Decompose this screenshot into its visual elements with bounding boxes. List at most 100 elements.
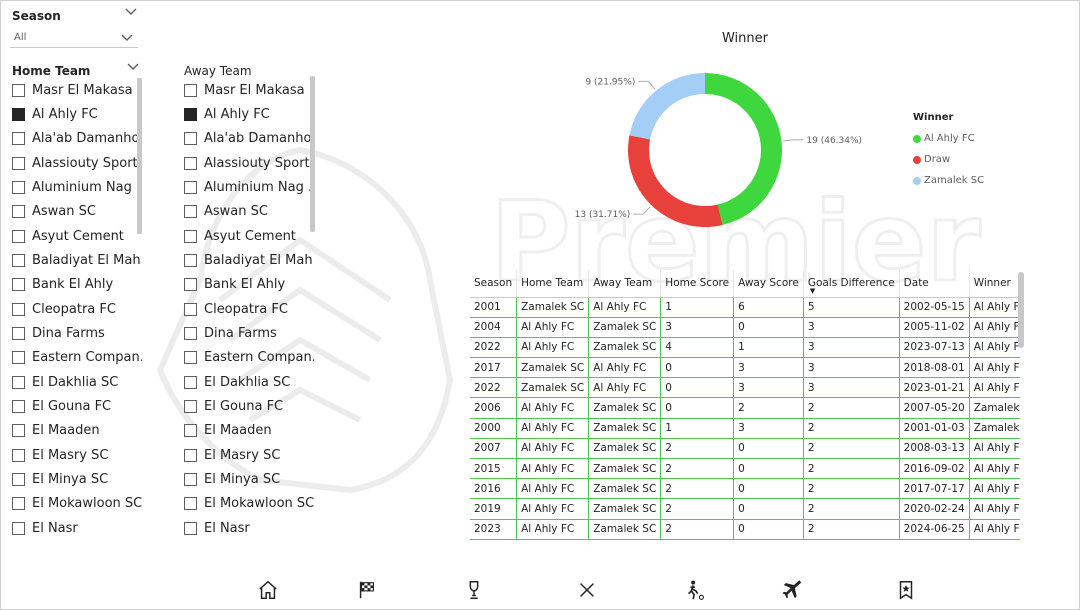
away-team-item[interactable]: Al Ahly FC [184,104,314,124]
nav-close-button[interactable] [574,577,600,603]
checkbox[interactable] [184,302,197,316]
home-team-item[interactable]: Asyut Cement [12,226,142,246]
home-team-item[interactable]: Al Ahly FC [12,104,142,124]
column-header[interactable]: Season [470,270,518,297]
checkbox[interactable] [184,473,197,487]
home-team-item[interactable]: Ala'ab Damanhour [12,129,142,149]
checkbox[interactable] [184,156,197,170]
away-team-item[interactable]: Bank El Ahly [184,275,314,295]
checkbox[interactable] [12,278,25,292]
column-header[interactable]: Away Score [733,270,804,297]
chevron-down-icon[interactable] [126,62,140,72]
season-dropdown[interactable]: All [10,28,138,48]
nav-bookmark-button[interactable] [893,577,919,603]
away-team-item[interactable]: Aswan SC [184,202,314,222]
away-team-item[interactable]: El Minya SC [184,470,314,490]
nav-transfer-button[interactable] [780,577,806,603]
home-team-item[interactable]: Aswan SC [12,202,142,222]
away-team-item[interactable]: El Gouna FC [184,397,314,417]
checkbox[interactable] [12,327,25,340]
sort-descending-icon[interactable]: ▼ [810,287,815,295]
away-team-item[interactable]: El Maaden [184,421,314,441]
checkbox[interactable] [12,107,25,121]
checkbox[interactable] [184,107,197,121]
away-team-item[interactable]: El Masry SC [184,445,314,465]
checkbox[interactable] [12,351,25,365]
home-team-item[interactable]: Dina Farms [12,324,142,344]
checkbox[interactable] [184,229,197,243]
home-team-item[interactable]: El Mokawloon SC [12,494,142,514]
table-row[interactable]: 2006 Al Ahly FC Zamalek SC 0 2 2 2007-05-20 Zam… [470,397,1020,419]
away-team-item[interactable]: Aluminium Nag ... [184,177,314,197]
table-row[interactable]: 2001 Zamalek SC Al Ahly FC 1 6 5 2002-05-15 Al … [470,297,1020,318]
checkbox[interactable] [12,424,25,438]
table-row[interactable]: 2004 Al Ahly FC Zamalek SC 3 0 3 2005-11-02 Al … [470,317,1020,338]
table-scrollbar[interactable] [1018,272,1024,348]
checkbox[interactable] [12,229,25,243]
away-team-item[interactable]: El Dakhlia SC [184,372,314,392]
column-header[interactable]: Home Score [660,270,735,297]
away-team-item[interactable]: Baladiyat El Mah... [184,250,314,270]
home-team-item[interactable]: El Maaden [12,421,142,441]
home-team-slicer-header[interactable]: Home Team [12,60,140,78]
home-team-item[interactable]: Eastern Compan... [12,348,142,368]
checkbox[interactable] [12,253,25,267]
away-team-slicer-header[interactable]: Away Team [184,60,314,78]
checkbox[interactable] [12,205,25,219]
donut-slice[interactable] [705,73,782,225]
checkbox[interactable] [184,83,197,97]
home-team-item[interactable]: Cleopatra FC [12,299,142,319]
checkbox[interactable] [184,278,197,292]
away-team-item[interactable]: Ala'ab Damanhour [184,129,314,149]
column-header[interactable]: Home Team [516,270,590,297]
table-row[interactable]: 2016 Al Ahly FC Zamalek SC 2 0 2 2017-07-17 Al … [470,478,1020,500]
donut-slice[interactable] [628,135,723,227]
away-team-item[interactable]: Dina Farms [184,324,314,344]
home-team-item[interactable]: Bank El Ahly [12,275,142,295]
legend-item[interactable]: Draw [913,149,984,170]
column-header[interactable]: Winner [969,270,1020,297]
home-team-item[interactable]: El Gouna FC [12,397,142,417]
away-team-scrollbar[interactable] [310,76,315,232]
checkbox[interactable] [184,180,197,194]
checkbox[interactable] [184,253,197,267]
home-team-item[interactable]: Baladiyat El Mah... [12,250,142,270]
home-team-scrollbar[interactable] [137,78,142,234]
home-team-item[interactable]: El Minya SC [12,470,142,490]
legend-item[interactable]: Al Ahly FC [913,128,984,149]
season-slicer-header[interactable]: Season [12,5,138,23]
table-row[interactable]: 2022 Al Ahly FC Zamalek SC 4 1 3 2023-07-13 Al … [470,337,1020,359]
checkbox[interactable] [184,497,197,511]
checkbox[interactable] [184,132,197,146]
checkbox[interactable] [12,497,25,511]
away-team-item[interactable]: Eastern Compan... [184,348,314,368]
table-row[interactable]: 2022 Zamalek SC Al Ahly FC 0 3 3 2023-01-21 Al … [470,377,1020,399]
away-team-item[interactable]: Masr El Makasa [184,80,314,100]
checkbox[interactable] [12,302,25,316]
home-team-item[interactable]: El Nasr [12,518,142,538]
table-row[interactable]: 2017 Zamalek SC Al Ahly FC 0 3 3 2018-08-01 Al … [470,357,1020,379]
away-team-item[interactable]: El Mokawloon SC [184,494,314,514]
checkbox[interactable] [12,83,25,97]
checkbox[interactable] [184,351,197,365]
table-row[interactable]: 2023 Al Ahly FC Zamalek SC 2 0 2 2024-06-25 Al … [470,519,1020,540]
away-team-item[interactable]: El Nasr [184,518,314,538]
away-team-item[interactable]: Cleopatra FC [184,299,314,319]
table-row[interactable]: 2000 Al Ahly FC Zamalek SC 1 3 2 2001-01-03 Zam… [470,418,1020,439]
checkbox[interactable] [12,400,25,414]
checkbox[interactable] [12,156,25,170]
checkbox[interactable] [184,205,197,219]
table-row[interactable]: 2007 Al Ahly FC Zamalek SC 2 0 2 2008-03-13 Al … [470,438,1020,460]
donut-slice[interactable] [629,73,705,140]
table-row[interactable]: 2019 Al Ahly FC Zamalek SC 2 0 2 2020-02-24 Al … [470,498,1020,520]
checkbox[interactable] [184,375,197,389]
column-header[interactable]: Date [899,270,970,297]
checkbox[interactable] [12,521,25,535]
checkbox[interactable] [184,327,197,340]
checkbox[interactable] [12,180,25,194]
nav-home-button[interactable] [255,577,281,603]
table-row[interactable]: 2015 Al Ahly FC Zamalek SC 2 0 2 2016-09-02 Al … [470,458,1020,480]
winner-donut-chart[interactable]: 19 (46.34%) 13 (31.71%) 9 (21.95%) [560,60,900,240]
home-team-item[interactable]: Aluminium Nag ... [12,177,142,197]
away-team-item[interactable]: Alassiouty Sport [184,153,314,173]
